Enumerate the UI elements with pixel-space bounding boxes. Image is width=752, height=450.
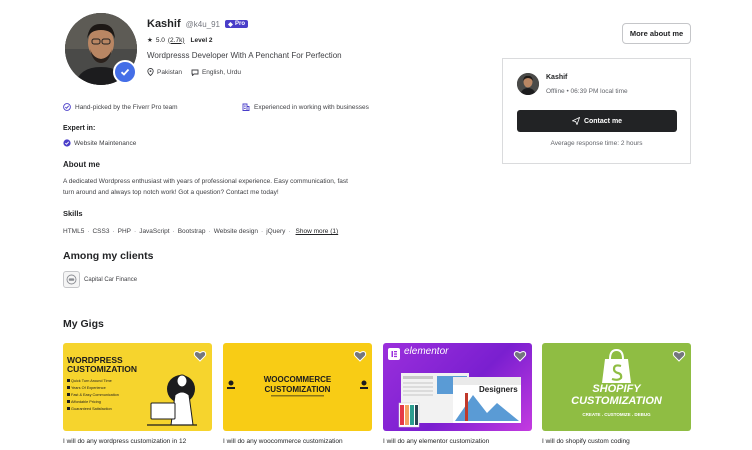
gig-bullet: Quick Turn Around Time xyxy=(71,379,112,383)
clients-title: Among my clients xyxy=(63,250,154,262)
gig-card[interactable]: WOOCOMMERCE CUSTOMIZATION I will do any … xyxy=(223,343,372,445)
response-time: Average response time: 2 hours xyxy=(550,140,643,147)
gig-bullet: Guaranteed Satisfaction xyxy=(71,407,112,411)
gig-title[interactable]: I will do any woocommerce customization xyxy=(223,438,372,445)
gig-image-heading-line: WOOCOMMERCE xyxy=(263,375,332,384)
expert-item: Website Maintenance xyxy=(63,139,136,147)
skill-tag[interactable]: CSS3 xyxy=(92,228,109,235)
gig-image-subtitle: CREATE . CUSTOMIZE . DEBUG xyxy=(582,412,651,417)
my-gigs-title: My Gigs xyxy=(63,318,104,330)
feature-label: Experienced in working with businesses xyxy=(254,103,369,111)
languages-label: English, Urdu xyxy=(201,68,241,76)
gig-bullet: Affordable Pricing xyxy=(71,400,101,404)
client-logo-icon xyxy=(63,271,80,288)
pro-badge-label: Pro xyxy=(235,21,246,27)
gig-bullet: Years Of Experience xyxy=(71,386,106,390)
about-line-1: A dedicated Wordpress enthusiast with ye… xyxy=(63,178,348,185)
client-name: Capital Car Finance xyxy=(84,276,138,283)
gig-card[interactable]: WORDPRESS CUSTOMIZATION Quick Turn Aroun… xyxy=(63,343,212,445)
skill-separator: · xyxy=(87,228,90,235)
gig-image-heading: WORDPRESS CUSTOMIZATION xyxy=(67,355,138,374)
about-me-title: About me xyxy=(63,160,100,169)
skill-tag[interactable]: HTML5 xyxy=(63,228,84,235)
gig-card[interactable]: SHOPIFY CUSTOMIZATION CREATE . CUSTOMIZE… xyxy=(542,343,691,445)
rating-value: 5.0 xyxy=(155,36,165,44)
location-pin-icon xyxy=(147,68,154,76)
gig-title[interactable]: I will do shopify custom coding xyxy=(542,438,691,445)
profile-name: Kashif xyxy=(147,18,181,30)
gig-image-heading-line: CUSTOMIZATION xyxy=(571,395,662,407)
skill-tag[interactable]: JavaScript xyxy=(139,228,169,235)
gig-image-heading: SHOPIFY CUSTOMIZATION xyxy=(542,383,691,407)
more-about-me-button[interactable]: More about me xyxy=(622,23,691,44)
skills-list: HTML5 · CSS3 · PHP · JavaScript · Bootstrap ·… xyxy=(63,228,338,235)
gig-image-heading-line: CUSTOMIZATION xyxy=(264,384,331,394)
diamond-icon xyxy=(228,21,233,27)
pro-badge: Pro xyxy=(225,20,249,28)
heart-icon[interactable] xyxy=(353,349,367,363)
gig-thumbnail[interactable]: SHOPIFY CUSTOMIZATION CREATE . CUSTOMIZE… xyxy=(542,343,691,431)
profile-username: @k4u_91 xyxy=(185,19,220,29)
paper-plane-icon xyxy=(571,117,580,125)
contact-card-name: Kashif xyxy=(546,74,568,81)
skill-separator: · xyxy=(261,228,264,235)
contact-me-button[interactable]: Contact me xyxy=(517,110,677,132)
gig-image-brand: elementor xyxy=(404,346,449,357)
profile-avatar-wrap xyxy=(65,13,137,85)
heart-icon[interactable] xyxy=(193,349,207,363)
languages-item: English, Urdu xyxy=(191,69,241,76)
skill-tag[interactable]: Bootstrap xyxy=(178,228,206,235)
rating-count-link[interactable]: (2.7k) xyxy=(168,37,185,44)
show-more-skills-link[interactable]: Show more (1) xyxy=(296,228,339,235)
skill-separator: · xyxy=(112,228,115,235)
expert-item-label: Website Maintenance xyxy=(74,139,137,147)
features-row: Hand-picked by the Fiverr Pro team Exper… xyxy=(63,103,369,111)
gig-thumbnail[interactable]: WORDPRESS CUSTOMIZATION Quick Turn Aroun… xyxy=(63,343,212,431)
gig-image-label: Designers xyxy=(479,385,518,394)
skill-separator: · xyxy=(208,228,211,235)
profile-meta-row: Pakistan English, Urdu xyxy=(147,68,241,76)
skill-separator: · xyxy=(172,228,175,235)
gig-card[interactable]: elementor Designers I will do any elemen… xyxy=(383,343,532,445)
skill-separator: · xyxy=(134,228,137,235)
building-icon xyxy=(242,103,250,111)
check-circle-icon xyxy=(63,103,71,111)
feature-label: Hand-picked by the Fiverr Pro team xyxy=(75,103,178,111)
gig-title[interactable]: I will do any elementor customization xyxy=(383,438,532,445)
profile-name-row: Kashif @k4u_91 Pro xyxy=(147,18,249,30)
heart-icon[interactable] xyxy=(513,349,527,363)
skill-tag[interactable]: PHP xyxy=(118,228,131,235)
skill-tag[interactable]: Website design xyxy=(214,228,258,235)
gig-thumbnail[interactable]: WOOCOMMERCE CUSTOMIZATION xyxy=(223,343,372,431)
check-badge-icon xyxy=(63,139,71,147)
skill-tag[interactable]: jQuery xyxy=(266,228,285,235)
skills-title: Skills xyxy=(63,209,83,218)
seller-level: Level 2 xyxy=(190,36,213,44)
gig-thumbnail[interactable]: elementor Designers xyxy=(383,343,532,431)
about-me-text: A dedicated Wordpress enthusiast with ye… xyxy=(63,177,413,198)
gig-image-heading-line: SHOPIFY xyxy=(592,383,641,395)
verified-badge-icon xyxy=(113,60,137,84)
speech-bubble-icon xyxy=(191,69,199,76)
contact-avatar xyxy=(517,73,539,95)
gig-image-heading: WOOCOMMERCE CUSTOMIZATION xyxy=(223,375,372,394)
heart-icon[interactable] xyxy=(672,349,686,363)
gig-bullet: Fast & Easy Communication xyxy=(71,393,119,397)
profile-tagline: Wordpresss Developer With A Penchant For… xyxy=(147,51,342,60)
feature-pro-verified: Hand-picked by the Fiverr Pro team xyxy=(63,103,242,111)
contact-me-label: Contact me xyxy=(583,117,623,125)
gig-title[interactable]: I will do any wordpress customization in… xyxy=(63,438,212,445)
location-item: Pakistan xyxy=(147,68,182,76)
contact-card-status: Offline • 06:39 PM local time xyxy=(546,88,628,95)
rating-row: ★ 5.0 (2.7k) Level 2 xyxy=(147,36,213,45)
star-icon: ★ xyxy=(147,37,153,44)
gig-image-bullets: Quick Turn Around Time Years Of Experien… xyxy=(71,378,119,413)
feature-business: Experienced in working with businesses xyxy=(242,103,369,111)
contact-card: Kashif Offline • 06:39 PM local time Con… xyxy=(502,58,691,164)
expert-in-title: Expert in: xyxy=(63,125,96,132)
country-label: Pakistan xyxy=(157,68,182,76)
about-line-2: turn around and always top notch work! G… xyxy=(63,188,279,196)
client-item: Capital Car Finance xyxy=(63,271,137,288)
skill-separator: · xyxy=(288,228,291,235)
